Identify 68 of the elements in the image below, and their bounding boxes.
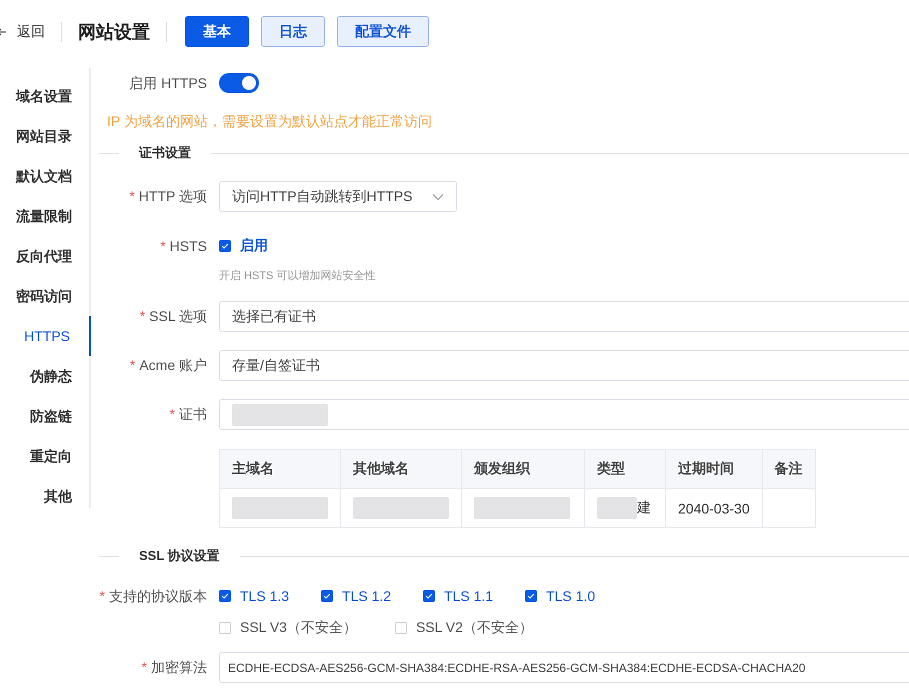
field-label: 启用 HTTPS <box>129 75 207 91</box>
field-label: HTTP 选项 <box>138 188 207 204</box>
field-label: 证书 <box>179 406 207 422</box>
sidebar-item[interactable]: 流量限制 <box>0 196 91 236</box>
sidebar-item[interactable]: 默认文档 <box>0 156 91 196</box>
section-title: SSL 协议设置 <box>138 547 221 565</box>
column-header: 颁发组织 <box>462 450 584 488</box>
sidebar-item[interactable]: 网站目录 <box>0 116 91 156</box>
sidebar-item[interactable]: 重定向 <box>0 436 91 476</box>
field-label: SSL 选项 <box>149 308 207 324</box>
field-label: HSTS <box>170 238 207 254</box>
required-mark: * <box>170 406 175 422</box>
checkmark-icon <box>424 591 434 601</box>
warning-text: IP 为域名的网站，需要设置为默认站点才能正常访问 <box>106 113 433 131</box>
column-header: 过期时间 <box>666 450 762 488</box>
checkbox[interactable] <box>219 240 231 252</box>
back-arrow-icon[interactable] <box>0 26 7 36</box>
sidebar-item[interactable]: 伪静态 <box>0 356 91 396</box>
checkbox-label[interactable]: SSL V3（不安全） <box>240 619 357 637</box>
required-mark: * <box>160 238 166 254</box>
field-label: 支持的协议版本 <box>109 588 207 604</box>
chevron-down-icon <box>432 192 444 200</box>
checkmark-icon <box>220 241 230 251</box>
checkmark-icon <box>220 591 230 601</box>
tab[interactable]: 基本 <box>185 16 249 47</box>
input-field[interactable]: 存量/自签证书 <box>219 350 909 381</box>
section-title: 证书设置 <box>138 144 192 162</box>
tab[interactable]: 日志 <box>261 16 325 47</box>
checkbox-label[interactable]: TLS 1.0 <box>546 588 596 604</box>
checkbox-label[interactable]: TLS 1.1 <box>444 588 494 604</box>
sidebar-item[interactable]: 其他 <box>0 476 91 516</box>
sidebar-item[interactable]: HTTPS <box>0 316 91 356</box>
hint-text: 开启 HSTS 可以增加网站安全性 <box>219 268 376 283</box>
input-field[interactable]: ECDHE-ECDSA-AES256-GCM-SHA384:ECDHE-RSA-AES256-GCM-SHA384:ECDHE-ECDSA-CHACHA20 <box>219 652 909 683</box>
checkbox[interactable] <box>219 590 231 602</box>
input-field[interactable]: 选择已有证书 <box>219 301 909 332</box>
column-header: 类型 <box>584 450 666 488</box>
sidebar-item[interactable]: 反向代理 <box>0 236 91 276</box>
checkbox-label[interactable]: TLS 1.3 <box>240 588 290 604</box>
sidebar-item[interactable]: 域名设置 <box>0 76 91 116</box>
input-field[interactable] <box>219 399 909 430</box>
checkbox[interactable] <box>423 590 436 602</box>
checkbox[interactable] <box>321 590 334 602</box>
page-title: 网站设置 <box>78 20 150 44</box>
sidebar-item[interactable]: 密码访问 <box>0 276 91 316</box>
column-header: 其他域名 <box>340 450 462 488</box>
field-label: 加密算法 <box>151 658 207 674</box>
checkbox-label[interactable]: SSL V2（不安全） <box>416 619 533 637</box>
checkbox[interactable] <box>525 590 538 602</box>
column-header: 备注 <box>762 450 816 488</box>
sidebar-item[interactable]: 防盗链 <box>0 396 91 436</box>
required-mark: * <box>142 658 147 674</box>
tab[interactable]: 配置文件 <box>337 16 429 47</box>
column-header: 主域名 <box>220 450 340 488</box>
checkbox-label[interactable]: TLS 1.2 <box>342 588 392 604</box>
cell-text: 2040-03-30 <box>678 500 750 517</box>
cell-text: 建 <box>637 499 651 515</box>
required-mark: * <box>100 588 105 604</box>
required-mark: * <box>129 188 135 204</box>
required-mark: * <box>130 356 136 372</box>
checkbox-label[interactable]: 启用 <box>240 237 268 255</box>
back-link[interactable]: 返回 <box>17 22 45 40</box>
required-mark: * <box>140 308 146 324</box>
checkmark-icon <box>526 591 536 601</box>
checkmark-icon <box>322 591 332 601</box>
select-field[interactable]: 访问HTTP自动跳转到HTTPS <box>219 181 457 212</box>
toggle-switch[interactable] <box>219 72 259 92</box>
field-label: Acme 账户 <box>139 356 207 372</box>
